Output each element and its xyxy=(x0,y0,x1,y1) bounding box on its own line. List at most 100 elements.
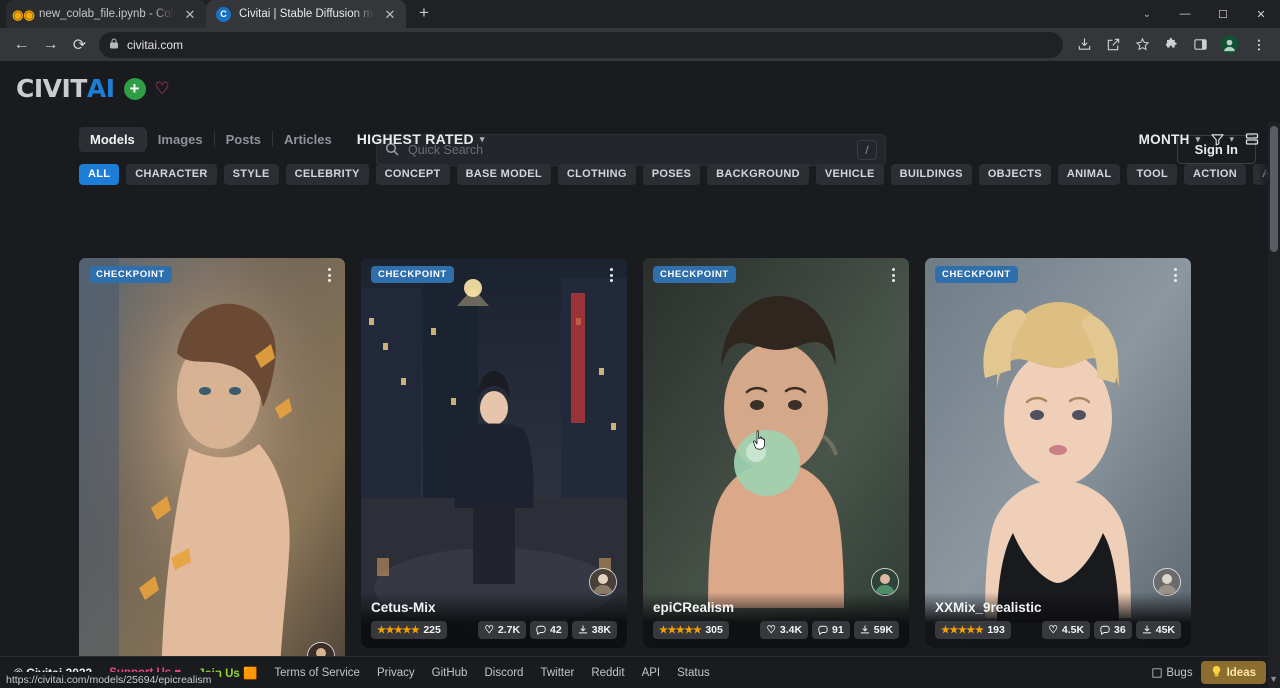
footer-link-api[interactable]: API xyxy=(642,667,661,679)
bookmark-star-icon[interactable] xyxy=(1129,31,1156,58)
comments-pill: 91 xyxy=(812,621,850,639)
civitai-wordmark: CIVITAI xyxy=(16,74,115,103)
footer-link-privacy[interactable]: Privacy xyxy=(377,667,415,679)
address-bar[interactable]: civitai.com xyxy=(99,32,1063,58)
ideas-button[interactable]: Ideas xyxy=(1201,661,1266,684)
new-tab-button[interactable]: + xyxy=(410,0,438,27)
footer-link-terms[interactable]: Terms of Service xyxy=(274,667,360,679)
footer-link-status[interactable]: Status xyxy=(677,667,710,679)
chip-tool[interactable]: TOOL xyxy=(1127,164,1177,185)
tab-models[interactable]: Models xyxy=(79,127,146,152)
chrome-menu-icon[interactable] xyxy=(1245,31,1272,58)
chip-celebrity[interactable]: CELEBRITY xyxy=(286,164,369,185)
page-scrollbar[interactable]: ▼ xyxy=(1268,122,1280,688)
footer-link-github[interactable]: GitHub xyxy=(432,667,468,679)
checkpoint-badge: CHECKPOINT xyxy=(89,266,172,283)
chevron-down-icon: ▾ xyxy=(480,134,485,145)
filter-button[interactable]: ▾ xyxy=(1210,132,1234,147)
card-menu-icon[interactable] xyxy=(322,265,336,285)
scrollbar-thumb[interactable] xyxy=(1270,126,1278,252)
layout-icon xyxy=(1244,131,1260,147)
chip-base-model[interactable]: BASE MODEL xyxy=(457,164,551,185)
footer-link-twitter[interactable]: Twitter xyxy=(540,667,574,679)
browser-toolbar: ← → ⟳ civitai.com xyxy=(0,28,1280,61)
comment-icon xyxy=(536,625,546,635)
chip-character[interactable]: CHARACTER xyxy=(126,164,216,185)
footer-link-discord[interactable]: Discord xyxy=(484,667,523,679)
comments-count: 36 xyxy=(1114,624,1126,636)
extensions-icon[interactable] xyxy=(1158,31,1185,58)
model-card[interactable]: CHECKPOINT DreamShaper xyxy=(79,258,345,688)
close-window-button[interactable]: ✕ xyxy=(1242,0,1280,28)
chip-action[interactable]: ACTION xyxy=(1184,164,1246,185)
back-icon[interactable]: ← xyxy=(8,31,35,58)
card-menu-icon[interactable] xyxy=(1168,265,1182,285)
scroll-down-arrow-icon[interactable]: ▼ xyxy=(1269,674,1278,684)
rating-pill: ★★★★★ 225 xyxy=(371,621,447,639)
chip-vehicle[interactable]: VEHICLE xyxy=(816,164,884,185)
minimize-button[interactable]: — xyxy=(1166,0,1204,28)
chip-objects[interactable]: OBJECTS xyxy=(979,164,1051,185)
sidepanel-icon[interactable] xyxy=(1187,31,1214,58)
site-header: CIVITAI + ♡ xyxy=(0,61,1280,116)
model-card[interactable]: CHECKPOINT epiCRealism ★★★★★ 305 ♡ xyxy=(643,258,909,648)
card-menu-icon[interactable] xyxy=(886,265,900,285)
chip-all[interactable]: ALL xyxy=(79,164,119,185)
likes-pill: ♡ 3.4K xyxy=(760,621,808,639)
close-icon[interactable]: ✕ xyxy=(182,6,198,22)
category-filter-row[interactable]: ALL CHARACTER STYLE CELEBRITY CONCEPT BA… xyxy=(0,160,1280,188)
card-image xyxy=(361,258,627,648)
heart-icon[interactable]: ♡ xyxy=(155,80,170,97)
tab-strip: ◉◉ new_colab_file.ipynb - Colaborat ✕ C … xyxy=(0,0,1280,28)
card-menu-icon[interactable] xyxy=(604,265,618,285)
tab-search-icon[interactable]: ⌄ xyxy=(1128,0,1166,28)
browser-tab-colab[interactable]: ◉◉ new_colab_file.ipynb - Colaborat ✕ xyxy=(6,0,206,28)
tab-posts[interactable]: Posts xyxy=(215,127,272,152)
period-dropdown[interactable]: MONTH ▾ xyxy=(1139,132,1201,147)
browser-window: ◉◉ new_colab_file.ipynb - Colaborat ✕ C … xyxy=(0,0,1280,688)
chip-animal[interactable]: ANIMAL xyxy=(1058,164,1121,185)
card-title: epiCRealism xyxy=(653,600,899,615)
chip-concept[interactable]: CONCEPT xyxy=(376,164,450,185)
model-card[interactable]: CHECKPOINT XXMix_9realistic ★★★★★ 193 xyxy=(925,258,1191,648)
card-stats: ★★★★★ 225 ♡ 2.7K 42 xyxy=(371,621,617,639)
download-icon xyxy=(860,625,870,635)
downloads-count: 59K xyxy=(874,624,893,636)
profile-avatar[interactable] xyxy=(1216,31,1243,58)
plus-icon[interactable]: + xyxy=(124,78,146,100)
bugs-button[interactable]: Bugs xyxy=(1152,667,1192,679)
layout-toggle-button[interactable] xyxy=(1244,131,1260,147)
reload-icon[interactable]: ⟳ xyxy=(66,31,93,58)
chip-poses[interactable]: POSES xyxy=(643,164,700,185)
chip-background[interactable]: BACKGROUND xyxy=(707,164,809,185)
card-stats: ★★★★★ 193 ♡ 4.5K 36 xyxy=(935,621,1181,639)
browser-tab-civitai[interactable]: C Civitai | Stable Diffusion models, ✕ xyxy=(206,0,406,28)
share-icon[interactable] xyxy=(1100,31,1127,58)
likes-count: 3.4K xyxy=(780,624,802,636)
tab-images[interactable]: Images xyxy=(147,127,214,152)
chip-buildings[interactable]: BUILDINGS xyxy=(891,164,972,185)
maximize-button[interactable]: ☐ xyxy=(1204,0,1242,28)
civitai-icon: C xyxy=(216,7,231,22)
chip-clothing[interactable]: CLOTHING xyxy=(558,164,636,185)
install-icon[interactable] xyxy=(1071,31,1098,58)
card-image xyxy=(925,258,1191,648)
logo[interactable]: CIVITAI + ♡ xyxy=(16,74,170,103)
chip-style[interactable]: STYLE xyxy=(224,164,279,185)
tab-articles[interactable]: Articles xyxy=(273,127,343,152)
rating-count: 305 xyxy=(705,624,723,636)
sort-dropdown[interactable]: HIGHEST RATED ▾ xyxy=(357,131,485,147)
card-title: Cetus-Mix xyxy=(371,600,617,615)
download-icon xyxy=(1142,625,1152,635)
close-icon[interactable]: ✕ xyxy=(382,6,398,22)
downloads-pill: 59K xyxy=(854,621,899,639)
footer-link-reddit[interactable]: Reddit xyxy=(591,667,624,679)
star-rating-icon: ★★★★★ xyxy=(941,625,983,636)
model-card[interactable]: CHECKPOINT Cetus-Mix ★★★★★ 225 ♡ xyxy=(361,258,627,648)
card-footer: XXMix_9realistic ★★★★★ 193 ♡ 4.5K xyxy=(925,592,1191,648)
card-image xyxy=(79,258,345,688)
badge-icon: 🟧 xyxy=(243,668,257,680)
address-text: civitai.com xyxy=(127,38,183,52)
forward-icon[interactable]: → xyxy=(37,31,64,58)
colab-icon: ◉◉ xyxy=(16,7,31,22)
